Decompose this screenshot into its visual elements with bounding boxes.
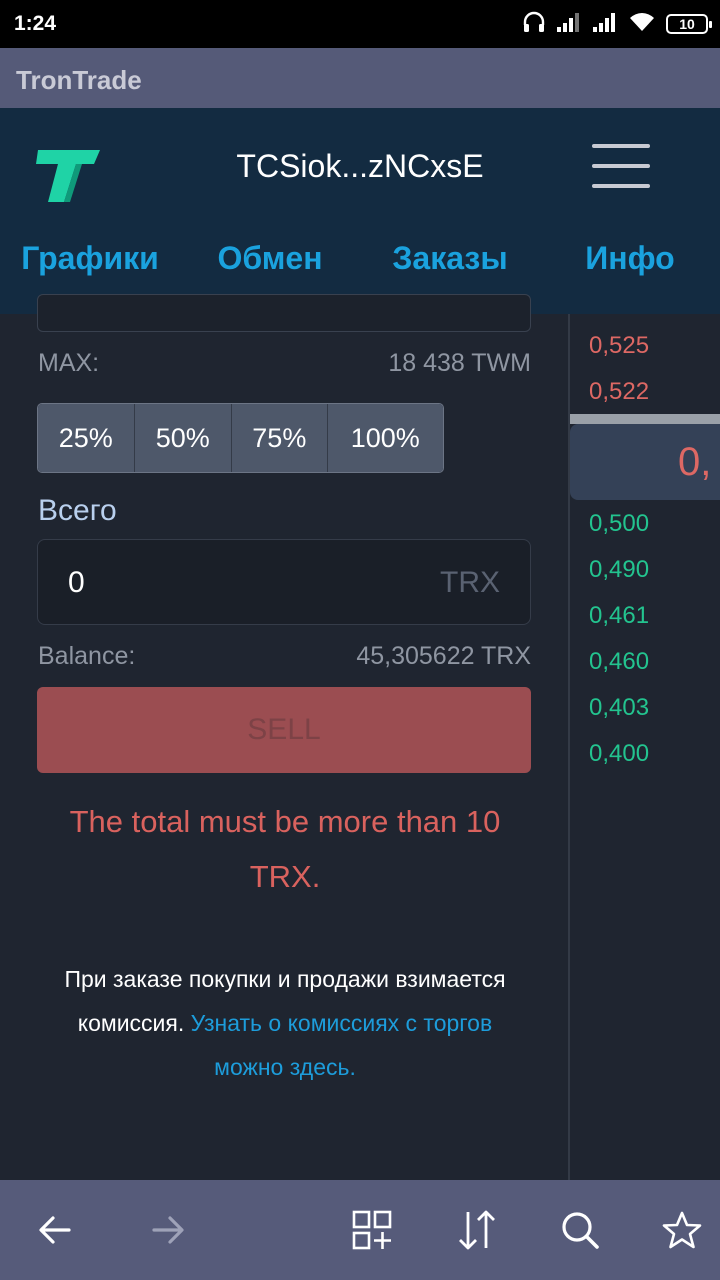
sell-price[interactable]: 0,522 xyxy=(589,378,649,406)
status-bar: 1:24 10 xyxy=(0,0,720,48)
percent-50-button[interactable]: 50% xyxy=(134,404,233,472)
signal-icon xyxy=(592,11,618,38)
percent-100-button[interactable]: 100% xyxy=(327,404,443,472)
forward-arrow-icon[interactable] xyxy=(143,1205,193,1255)
percent-25-button[interactable]: 25% xyxy=(38,404,135,472)
total-input[interactable]: 0 TRX xyxy=(37,539,531,625)
battery-icon: 10 xyxy=(666,14,712,34)
buy-price[interactable]: 0,461 xyxy=(589,602,649,630)
buy-price[interactable]: 0,403 xyxy=(589,694,649,722)
sell-price[interactable]: 0,525 xyxy=(589,332,649,360)
order-book-separator xyxy=(570,414,720,424)
error-message: The total must be more than 10 TRX. xyxy=(69,804,501,894)
max-label: MAX: xyxy=(38,349,100,377)
fee-link[interactable]: Узнать о комиссиях с торгов можно здесь. xyxy=(191,1010,493,1080)
browser-titlebar: TronTrade xyxy=(0,48,720,108)
fee-note: При заказе покупки и продажи взимается к… xyxy=(60,957,510,1089)
percent-buttons: 25% 50% 75% 100% xyxy=(37,403,444,473)
browser-bottom-nav xyxy=(0,1180,720,1280)
buy-price[interactable]: 0,460 xyxy=(589,648,649,676)
buy-price[interactable]: 0,400 xyxy=(589,740,649,768)
sell-button[interactable]: SELL xyxy=(37,687,531,773)
tabs-add-icon[interactable] xyxy=(347,1205,397,1255)
status-time: 1:24 xyxy=(14,12,57,35)
star-icon[interactable] xyxy=(657,1205,707,1255)
back-arrow-icon[interactable] xyxy=(30,1205,80,1255)
current-price: 0, xyxy=(678,440,712,484)
buy-price[interactable]: 0,490 xyxy=(589,556,649,584)
wifi-icon xyxy=(628,11,656,38)
total-label: Всего xyxy=(38,494,117,527)
total-value: 0 xyxy=(68,566,85,599)
current-price-box: 0, xyxy=(570,424,720,500)
sort-arrows-icon[interactable] xyxy=(452,1205,502,1255)
hamburger-menu-icon[interactable] xyxy=(592,142,650,190)
search-icon[interactable] xyxy=(555,1205,605,1255)
percent-75-button[interactable]: 75% xyxy=(232,404,328,472)
total-unit: TRX xyxy=(440,566,500,599)
browser-title: TronTrade xyxy=(16,65,142,95)
order-book: 0,525 0,522 0, 0,500 0,490 0,461 0,460 0… xyxy=(570,314,720,1180)
headphones-icon xyxy=(522,10,546,39)
sell-form: MAX: 18 438 TWM 25% 50% 75% 100% Всего 0… xyxy=(0,294,568,1180)
balance-label: Balance: xyxy=(38,642,136,670)
max-value: 18 438 TWM xyxy=(388,349,531,377)
amount-input[interactable] xyxy=(37,294,531,332)
tab-info[interactable]: Инфо xyxy=(540,226,720,314)
signal-icon xyxy=(556,11,582,38)
app-header: TCSiok...zNCxsE Графики Обмен Заказы Инф… xyxy=(0,108,720,314)
balance-value: 45,305622 TRX xyxy=(356,642,531,670)
buy-price[interactable]: 0,500 xyxy=(589,510,649,538)
wallet-address[interactable]: TCSiok...zNCxsE xyxy=(200,148,520,185)
status-icons: 10 xyxy=(522,10,712,39)
tron-logo-icon[interactable] xyxy=(34,146,102,206)
